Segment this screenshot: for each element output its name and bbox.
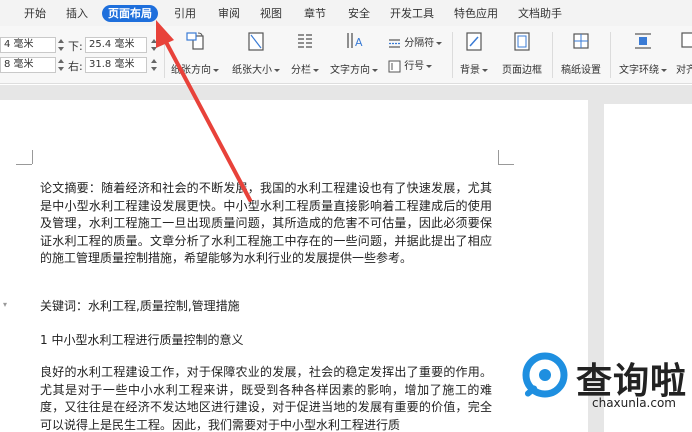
text-direction-label: 文字方向 [330, 65, 370, 76]
background-icon [466, 32, 482, 51]
page-border-button[interactable]: 页面边框 [498, 30, 546, 76]
tab-review[interactable]: 审阅 [218, 5, 240, 22]
tab-insert[interactable]: 插入 [66, 5, 88, 22]
text-wrap-icon [635, 33, 651, 49]
tab-chapter[interactable]: 章节 [304, 5, 326, 22]
line-numbers-label: 行号 [404, 61, 425, 72]
tab-page-layout[interactable]: 页面布局 [102, 5, 158, 22]
text-direction-button[interactable]: A 文字方向 [328, 30, 380, 76]
tab-view[interactable]: 视图 [260, 5, 282, 22]
page-border-label: 页面边框 [502, 65, 542, 76]
align-button[interactable]: 对齐 [676, 30, 692, 76]
align-label: 对齐 [676, 65, 692, 76]
separator-label: 分隔符 [404, 38, 435, 49]
crop-mark [498, 164, 514, 165]
abstract-paragraph[interactable]: 论文摘要：随着经济和社会的不断发展，我国的水利工程建设也有了快速发展，尤其是中小… [40, 180, 492, 268]
columns-button[interactable]: 分栏 [288, 30, 322, 76]
magnifier-logo-icon [522, 352, 568, 398]
bottom-margin-label: 下: [68, 40, 83, 53]
ribbon-divider [610, 32, 611, 78]
bottom-margin-spinner[interactable] [150, 37, 158, 53]
ribbon-page-layout: 4 毫米 下: 25.4 毫米 8 毫米 右: 31.8 毫米 纸张方向 纸张大… [0, 26, 692, 84]
paper-size-icon [248, 32, 264, 51]
left-margin-input[interactable]: 8 毫米 [0, 57, 56, 73]
tab-home[interactable]: 开始 [24, 5, 46, 22]
watermark-url: chaxunla.com [592, 396, 676, 410]
orientation-label: 纸张方向 [171, 65, 211, 76]
orientation-icon [186, 32, 204, 50]
right-margin-spinner[interactable] [150, 57, 158, 73]
page-border-icon [514, 32, 530, 51]
collapse-marker-icon[interactable]: ▾ [3, 300, 7, 309]
bottom-margin-input[interactable]: 25.4 毫米 [85, 37, 147, 53]
right-margin-label: 右: [68, 60, 83, 73]
line-numbers-button[interactable]: 行号 [388, 59, 433, 75]
paper-size-label: 纸张大小 [232, 65, 272, 76]
text-wrap-label: 文字环绕 [619, 65, 659, 76]
background-button[interactable]: 背景 [456, 30, 492, 76]
separator-button[interactable]: 分隔符 [388, 36, 443, 52]
columns-label: 分栏 [291, 65, 311, 76]
ribbon-divider [552, 32, 553, 78]
crop-mark [16, 164, 32, 165]
separator-icon [389, 38, 400, 48]
background-label: 背景 [460, 65, 480, 76]
right-margin-input[interactable]: 31.8 毫米 [85, 57, 147, 73]
top-margin-spinner[interactable] [57, 37, 65, 53]
line-numbers-icon [388, 60, 401, 72]
orientation-button[interactable]: 纸张方向 [170, 30, 220, 76]
text-direction-icon: A [347, 33, 363, 49]
grid-setup-button[interactable]: 稿纸设置 [556, 30, 606, 76]
left-margin-spinner[interactable] [57, 57, 65, 73]
section-heading[interactable]: 1 中小型水利工程进行质量控制的意义 [40, 332, 492, 350]
tab-developer[interactable]: 开发工具 [390, 5, 434, 22]
paper-size-button[interactable]: 纸张大小 [230, 30, 282, 76]
grid-paper-icon [573, 33, 589, 49]
grid-setup-label: 稿纸设置 [561, 65, 601, 76]
ribbon-divider [452, 32, 453, 78]
keywords-line[interactable]: 关键词：水利工程,质量控制,管理措施 [40, 298, 492, 316]
align-icon [681, 32, 692, 48]
text-wrap-button[interactable]: 文字环绕 [616, 30, 670, 76]
ribbon-divider [164, 32, 165, 78]
columns-icon [298, 34, 312, 48]
tab-special[interactable]: 特色应用 [454, 5, 498, 22]
top-margin-input[interactable]: 4 毫米 [0, 37, 56, 53]
svg-text:A: A [355, 36, 363, 49]
crop-mark [32, 150, 33, 164]
tab-doc-assistant[interactable]: 文档助手 [518, 5, 562, 22]
crop-mark [498, 150, 499, 164]
tab-security[interactable]: 安全 [348, 5, 370, 22]
tab-references[interactable]: 引用 [174, 5, 196, 22]
ribbon-tab-bar: 开始 插入 页面布局 引用 审阅 视图 章节 安全 开发工具 特色应用 文档助手 [0, 0, 692, 26]
body-paragraph[interactable]: 良好的水利工程建设工作，对于保障农业的发展，社会的稳定发挥出了重要的作用。尤其是… [40, 364, 492, 432]
